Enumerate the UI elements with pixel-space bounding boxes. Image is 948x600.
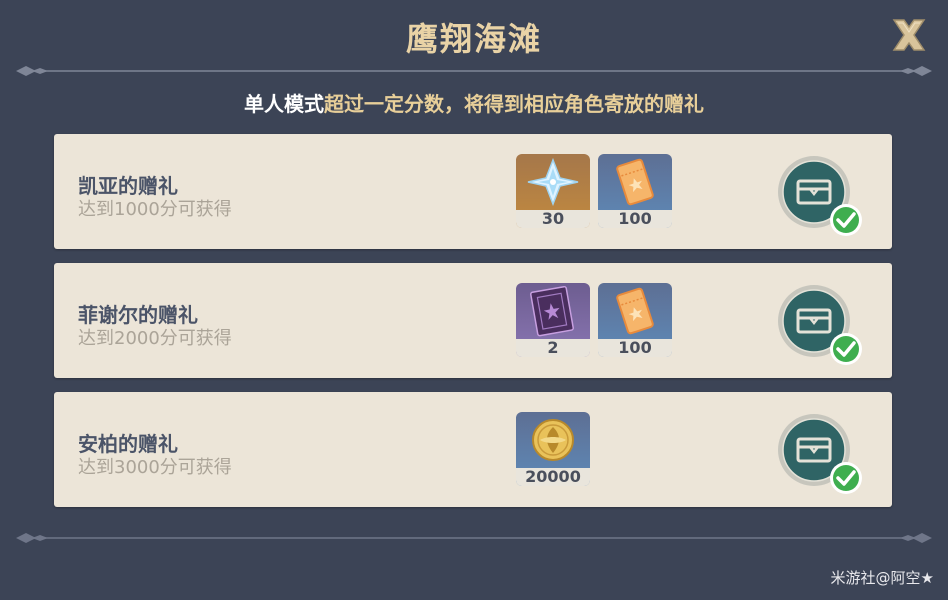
watermark: 米游社@阿空★ xyxy=(830,569,934,587)
bottom-divider xyxy=(16,533,932,543)
page-title: 鹰翔海滩 xyxy=(405,20,542,58)
claimed-chest-button[interactable] xyxy=(776,412,868,496)
reward-item-primogem[interactable]: 30 xyxy=(516,154,590,228)
ticket-icon xyxy=(616,158,654,206)
item-quantity: 20000 xyxy=(516,468,590,486)
check-icon xyxy=(830,204,862,236)
claimed-chest-button[interactable] xyxy=(776,154,868,238)
top-divider xyxy=(16,66,932,76)
reward-item-mora[interactable]: 20000 xyxy=(516,412,590,486)
gift-requirement: 达到1000分可获得 xyxy=(78,199,232,220)
reward-card-kaeya: 凯亚的赠礼 达到1000分可获得 30 100 xyxy=(54,134,892,249)
reward-card-fischl: 菲谢尔的赠礼 达到2000分可获得 2 100 xyxy=(54,263,892,378)
item-quantity: 100 xyxy=(598,339,672,357)
check-icon xyxy=(830,333,862,365)
primogem-icon xyxy=(527,157,579,207)
book-icon xyxy=(530,285,574,337)
item-quantity: 100 xyxy=(598,210,672,228)
close-icon xyxy=(892,19,926,51)
mora-coin-icon xyxy=(532,419,574,461)
ticket-icon xyxy=(616,287,654,335)
reward-item-ticket[interactable]: 100 xyxy=(598,283,672,357)
item-quantity: 30 xyxy=(516,210,590,228)
gift-requirement: 达到3000分可获得 xyxy=(78,457,232,478)
gift-requirement: 达到2000分可获得 xyxy=(78,328,232,349)
reward-card-amber: 安柏的赠礼 达到3000分可获得 20000 xyxy=(54,392,892,507)
close-button[interactable] xyxy=(888,14,930,56)
reward-item-book[interactable]: 2 xyxy=(516,283,590,357)
reward-item-ticket[interactable]: 100 xyxy=(598,154,672,228)
event-reward-panel: 鹰翔海滩 单人模式超过一定分数，将得到相应角色寄放的赠礼 凯亚的赠礼 达到100… xyxy=(0,0,948,600)
subtitle-text: 超过一定分数，将得到相应角色寄放的赠礼 xyxy=(324,92,704,116)
subtitle-mode: 单人模式 xyxy=(244,92,324,116)
check-icon xyxy=(830,462,862,494)
item-quantity: 2 xyxy=(516,339,590,357)
subtitle: 单人模式超过一定分数，将得到相应角色寄放的赠礼 xyxy=(0,88,948,117)
claimed-chest-button[interactable] xyxy=(776,283,868,367)
